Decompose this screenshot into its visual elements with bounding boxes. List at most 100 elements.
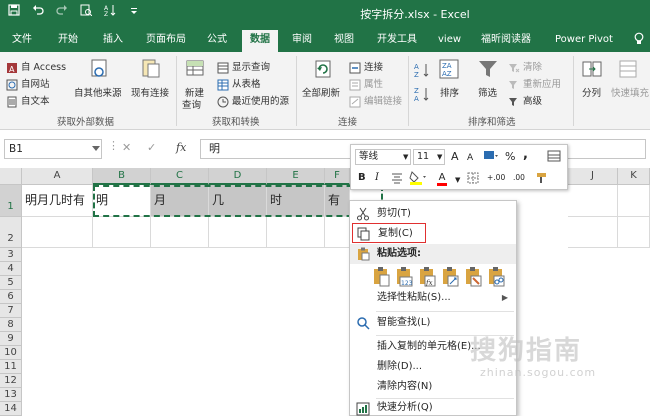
cell-d2[interactable]: [209, 217, 267, 248]
row-header[interactable]: 10: [0, 346, 22, 360]
tab-data[interactable]: 数据: [242, 30, 278, 52]
paste-formulas-icon[interactable]: fx: [418, 265, 436, 287]
select-all-corner[interactable]: [0, 168, 22, 185]
from-text-button[interactable]: 自文本: [6, 93, 50, 108]
cell-d1[interactable]: 几: [209, 185, 267, 217]
tab-developer[interactable]: 开发工具: [377, 32, 417, 52]
row-header[interactable]: 5: [0, 276, 22, 290]
from-access-button[interactable]: A 自 Access: [6, 59, 66, 74]
menu-item-clear-contents[interactable]: 清除内容(N): [350, 377, 516, 397]
edit-links-button[interactable]: 编辑链接: [349, 93, 402, 108]
enter-icon[interactable]: ✓: [147, 141, 156, 154]
row-header[interactable]: 9: [0, 332, 22, 346]
tab-page-layout[interactable]: 页面布局: [146, 32, 186, 52]
cell-a1[interactable]: 明月几时有: [22, 185, 93, 217]
refresh-all-button[interactable]: 全部刷新: [302, 85, 340, 99]
paste-formatting-icon[interactable]: [464, 265, 482, 287]
cell-b1[interactable]: 明: [93, 185, 151, 217]
column-header[interactable]: A: [22, 168, 93, 185]
cancel-icon[interactable]: ✕: [122, 141, 131, 154]
reapply-button[interactable]: 重新应用: [508, 76, 561, 91]
from-table-button[interactable]: 从表格: [217, 76, 261, 91]
row-header[interactable]: 3: [0, 248, 22, 262]
filter-button[interactable]: 筛选: [478, 85, 497, 99]
tab-file[interactable]: 文件: [12, 32, 32, 52]
column-header[interactable]: K: [618, 168, 650, 185]
flash-fill-button[interactable]: 快速填充: [611, 85, 649, 99]
column-header[interactable]: F: [325, 168, 350, 185]
sort-desc-icon[interactable]: ZA: [414, 86, 430, 105]
row-header[interactable]: 1: [0, 185, 22, 217]
cell-c1[interactable]: 月: [151, 185, 209, 217]
paste-transpose-icon[interactable]: [441, 265, 459, 287]
tab-formulas[interactable]: 公式: [207, 32, 227, 52]
tab-home[interactable]: 开始: [58, 32, 78, 52]
lightbulb-icon[interactable]: [634, 32, 644, 52]
menu-item-paste-special[interactable]: 选择性粘贴(S)... ▶: [350, 288, 516, 308]
size-dropdown-icon[interactable]: ▼: [437, 150, 442, 164]
tab-view[interactable]: 视图: [334, 32, 354, 52]
sort-asc-icon[interactable]: AZ: [414, 62, 430, 81]
cell-j2[interactable]: [568, 217, 618, 248]
tab-insert[interactable]: 插入: [103, 32, 123, 52]
grow-font-button[interactable]: A: [451, 150, 459, 164]
cell-k2[interactable]: [618, 217, 650, 248]
cell-c2[interactable]: [151, 217, 209, 248]
menu-item-copy[interactable]: 复制(C): [352, 223, 426, 243]
bold-button[interactable]: B: [358, 171, 366, 185]
cell-a2[interactable]: [22, 217, 93, 248]
recent-sources-button[interactable]: 最近使用的源: [217, 93, 289, 108]
paste-link-icon[interactable]: [487, 265, 505, 287]
align-center-icon[interactable]: [391, 172, 403, 189]
column-header[interactable]: C: [151, 168, 209, 185]
row-header[interactable]: 2: [0, 217, 22, 248]
other-sources-button[interactable]: 自其他来源: [74, 85, 122, 99]
menu-item-quick-analysis[interactable]: 快速分析(Q): [350, 399, 516, 416]
paste-all-icon[interactable]: [372, 265, 390, 287]
font-dropdown-icon[interactable]: ▼: [403, 150, 408, 164]
row-header[interactable]: 4: [0, 262, 22, 276]
connections-button[interactable]: 连接: [349, 59, 383, 74]
font-color-dropdown-icon[interactable]: ▼: [455, 173, 460, 187]
column-header[interactable]: B: [93, 168, 151, 185]
borders-icon[interactable]: [467, 172, 479, 189]
sort-button[interactable]: 排序: [440, 85, 459, 99]
row-header[interactable]: 8: [0, 318, 22, 332]
properties-button[interactable]: 属性: [349, 76, 383, 91]
tab-foxit-reader[interactable]: 福昕阅读器: [481, 32, 531, 52]
font-color-icon[interactable]: A: [437, 171, 447, 186]
row-header[interactable]: 14: [0, 402, 22, 416]
cell-e1[interactable]: 时: [267, 185, 325, 217]
text-to-columns-button[interactable]: 分列: [582, 85, 601, 99]
format-painter-table-icon[interactable]: [547, 149, 561, 168]
cell-b2[interactable]: [93, 217, 151, 248]
tab-review[interactable]: 审阅: [292, 32, 312, 52]
row-header[interactable]: 13: [0, 388, 22, 402]
tab-power-pivot[interactable]: Power Pivot: [555, 32, 613, 52]
shrink-font-button[interactable]: A: [467, 151, 473, 165]
clear-filter-button[interactable]: 清除: [508, 59, 542, 74]
cell-j1[interactable]: [568, 185, 618, 217]
name-box-dropdown-icon[interactable]: [92, 142, 100, 155]
accounting-format-icon[interactable]: [483, 149, 499, 168]
italic-button[interactable]: I: [375, 171, 379, 185]
format-painter-icon[interactable]: [535, 171, 549, 190]
row-header[interactable]: 11: [0, 360, 22, 374]
show-queries-button[interactable]: 显示查询: [217, 59, 270, 74]
fill-color-icon[interactable]: [409, 171, 427, 190]
menu-item-cut[interactable]: 剪切(T): [350, 204, 516, 224]
cell-k1[interactable]: [618, 185, 650, 217]
cell-e2[interactable]: [267, 217, 325, 248]
row-header[interactable]: 6: [0, 290, 22, 304]
tab-view-addin[interactable]: view: [438, 32, 461, 52]
from-web-button[interactable]: 自网站: [6, 76, 50, 91]
insert-function-button[interactable]: fx: [176, 141, 186, 154]
increase-decimal-button[interactable]: +.00: [487, 171, 505, 185]
new-query-button-2[interactable]: 查询: [182, 97, 201, 111]
cell-f2[interactable]: [325, 217, 350, 248]
row-header[interactable]: 7: [0, 304, 22, 318]
column-header[interactable]: D: [209, 168, 267, 185]
advanced-filter-button[interactable]: 高级: [508, 93, 542, 108]
decrease-decimal-button[interactable]: .00: [513, 171, 525, 185]
comma-style-button[interactable]: ,: [523, 148, 528, 162]
